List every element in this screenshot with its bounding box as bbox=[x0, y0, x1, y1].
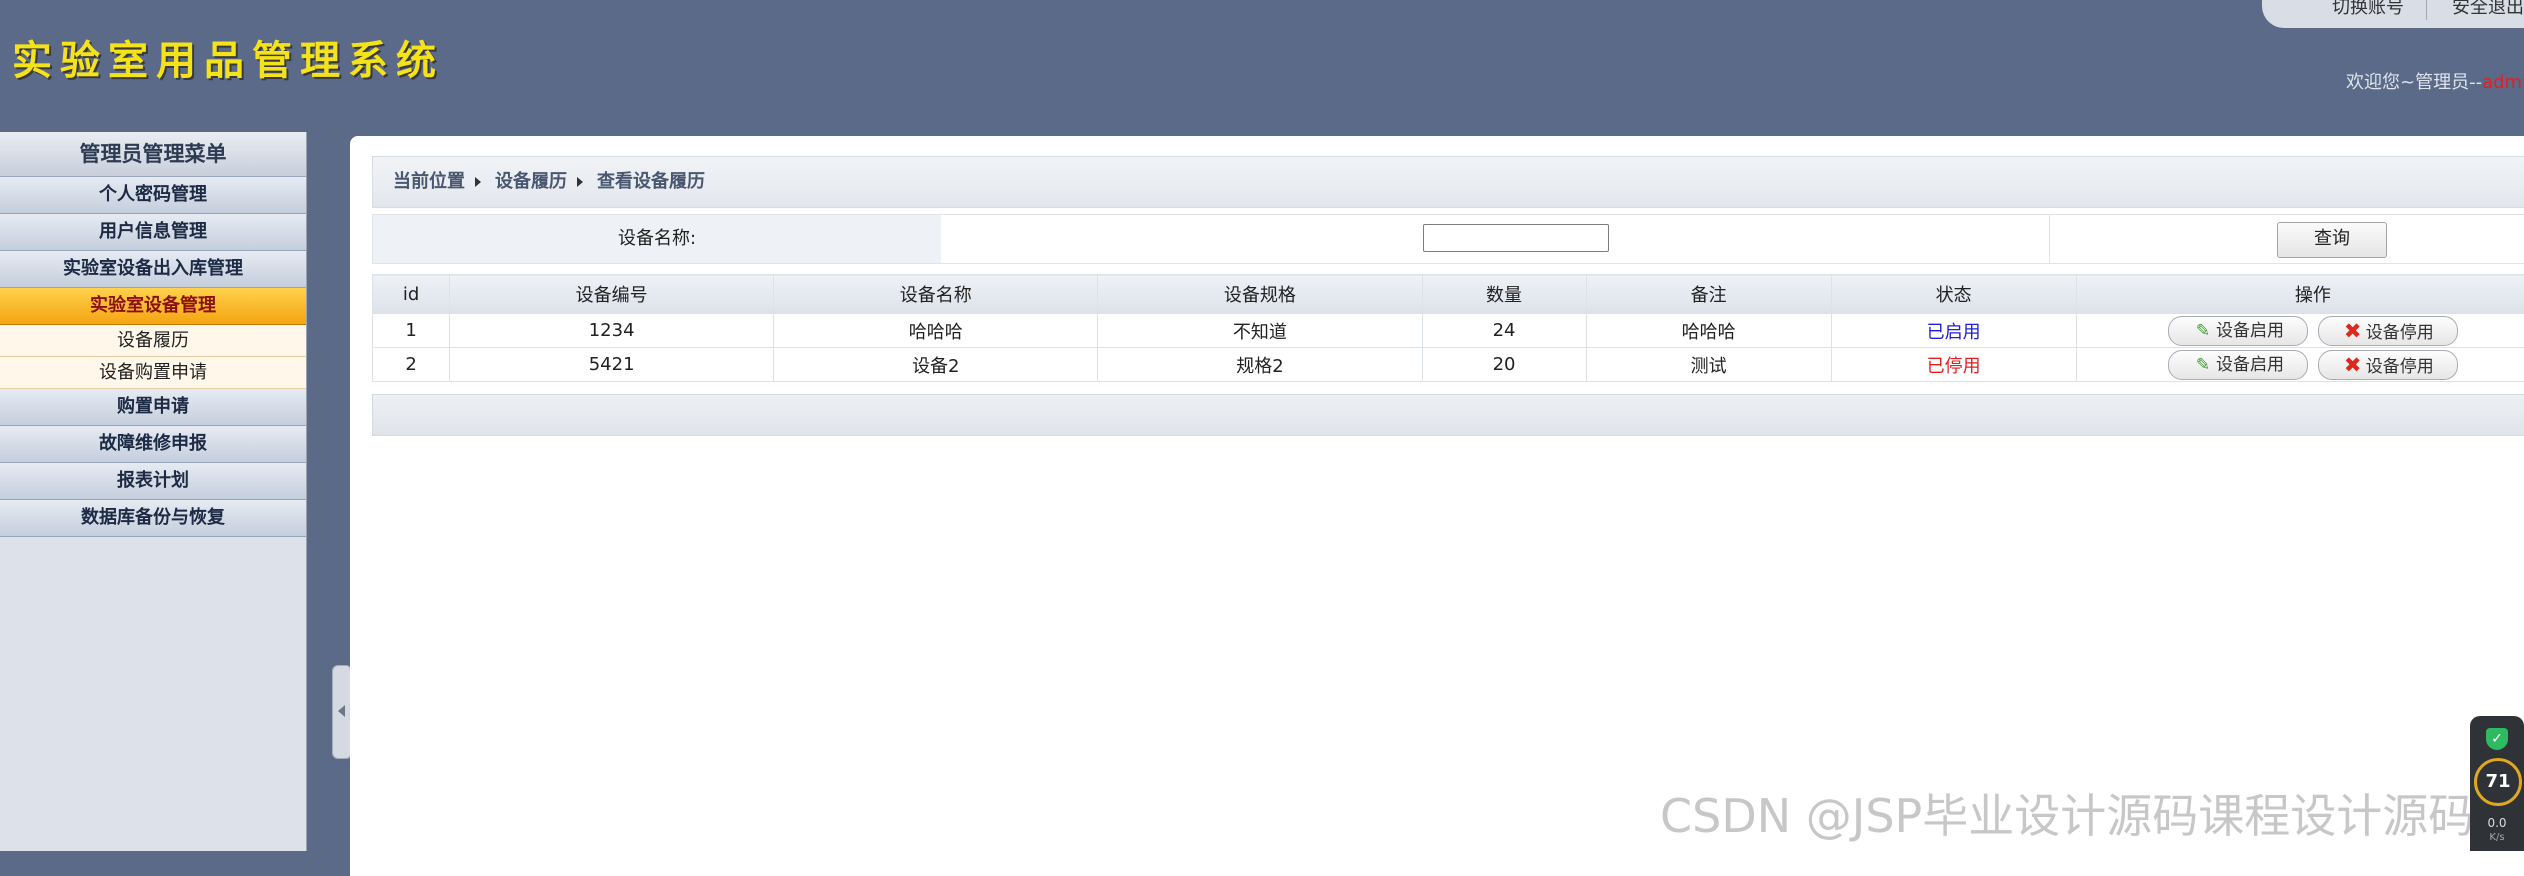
welcome-prefix: 欢迎您~管理员-- bbox=[2346, 72, 2482, 93]
welcome-text: 欢迎您~管理员--admin bbox=[2346, 68, 2524, 94]
disable-button-label: 设备停用 bbox=[2366, 323, 2434, 343]
watermark: CSDN @JSP毕业设计源码课程设计源码 bbox=[1660, 780, 2474, 846]
cell-spec: 规格2 bbox=[1098, 348, 1422, 382]
equipment-table: id 设备编号 设备名称 设备规格 数量 备注 状态 操作 1 1234 哈哈哈… bbox=[372, 274, 2524, 382]
cell-note: 测试 bbox=[1586, 348, 1831, 382]
cell-id: 1 bbox=[373, 314, 450, 348]
disable-button[interactable]: ✖设备停用 bbox=[2318, 316, 2458, 346]
cell-actions: ✎设备启用 ✖设备停用 bbox=[2076, 348, 2524, 382]
cell-status: 已停用 bbox=[1831, 348, 2076, 382]
sidebar-item-equipment-inout[interactable]: 实验室设备出入库管理 bbox=[0, 251, 306, 288]
cell-quantity: 20 bbox=[1422, 348, 1586, 382]
status-badge: 已启用 bbox=[1927, 322, 1981, 343]
search-bar: 设备名称: 查询 bbox=[372, 214, 2524, 264]
column-header: 设备编号 bbox=[450, 275, 774, 314]
column-header: 数量 bbox=[1422, 275, 1586, 314]
sidebar-collapse-handle[interactable] bbox=[332, 665, 352, 759]
enable-button[interactable]: ✎设备启用 bbox=[2168, 316, 2308, 346]
cell-name: 设备2 bbox=[774, 348, 1098, 382]
breadcrumb-arrow-icon bbox=[475, 177, 481, 187]
column-header: 状态 bbox=[1831, 275, 2076, 314]
search-button[interactable]: 查询 bbox=[2277, 222, 2387, 258]
enable-button[interactable]: ✎设备启用 bbox=[2168, 350, 2308, 380]
search-label: 设备名称: bbox=[373, 215, 941, 263]
top-links: 切换账号 安全退出 bbox=[2262, 0, 2524, 28]
widget-gauge: 71 bbox=[2474, 758, 2522, 806]
breadcrumb-item[interactable]: 设备履历 bbox=[495, 157, 567, 207]
sidebar-title: 管理员管理菜单 bbox=[0, 132, 306, 177]
cell-status: 已启用 bbox=[1831, 314, 2076, 348]
sidebar-item-password[interactable]: 个人密码管理 bbox=[0, 177, 306, 214]
cell-code: 5421 bbox=[450, 348, 774, 382]
cell-code: 1234 bbox=[450, 314, 774, 348]
disable-button-label: 设备停用 bbox=[2366, 357, 2434, 377]
column-header: 备注 bbox=[1586, 275, 1831, 314]
cell-name: 哈哈哈 bbox=[774, 314, 1098, 348]
enable-button-label: 设备启用 bbox=[2216, 355, 2284, 375]
table-header-row: id 设备编号 设备名称 设备规格 数量 备注 状态 操作 bbox=[373, 275, 2524, 314]
column-header: id bbox=[373, 275, 450, 314]
close-icon: ✖ bbox=[2342, 317, 2364, 345]
logout-link[interactable]: 安全退出 bbox=[2452, 0, 2524, 18]
widget-speed: 0.0 bbox=[2470, 816, 2524, 830]
cell-id: 2 bbox=[373, 348, 450, 382]
sidebar-item-user-info[interactable]: 用户信息管理 bbox=[0, 214, 306, 251]
cell-actions: ✎设备启用 ✖设备停用 bbox=[2076, 314, 2524, 348]
sidebar-item-equipment-management[interactable]: 实验室设备管理 bbox=[0, 288, 306, 325]
status-badge: 已停用 bbox=[1927, 356, 1981, 377]
sidebar: 管理员管理菜单 个人密码管理 用户信息管理 实验室设备出入库管理 实验室设备管理… bbox=[0, 132, 307, 851]
widget-unit: K/s bbox=[2470, 832, 2524, 843]
pencil-icon: ✎ bbox=[2192, 351, 2214, 379]
cell-quantity: 24 bbox=[1422, 314, 1586, 348]
disable-button[interactable]: ✖设备停用 bbox=[2318, 350, 2458, 380]
table-row: 2 5421 设备2 规格2 20 测试 已停用 ✎设备启用 ✖设备停用 bbox=[373, 348, 2524, 382]
network-monitor-widget[interactable]: ✓ 71 0.0 K/s bbox=[2470, 716, 2524, 851]
breadcrumb-item: 查看设备履历 bbox=[597, 157, 705, 207]
breadcrumb: 当前位置设备履历查看设备履历 bbox=[372, 156, 2524, 208]
breadcrumb-item: 当前位置 bbox=[393, 157, 465, 207]
pagination-bar bbox=[372, 394, 2524, 436]
shield-icon: ✓ bbox=[2486, 728, 2508, 750]
sidebar-item-report[interactable]: 报表计划 bbox=[0, 463, 306, 500]
welcome-username: admin bbox=[2482, 72, 2524, 93]
column-header: 设备名称 bbox=[774, 275, 1098, 314]
column-header: 操作 bbox=[2076, 275, 2524, 314]
sidebar-item-purchase[interactable]: 购置申请 bbox=[0, 389, 306, 426]
submenu-item-purchase-request[interactable]: 设备购置申请 bbox=[0, 357, 306, 389]
header-bar: 实验室用品管理系统 切换账号 安全退出 欢迎您~管理员--admin bbox=[0, 0, 2524, 122]
chevron-left-icon bbox=[338, 705, 345, 717]
enable-button-label: 设备启用 bbox=[2216, 321, 2284, 341]
column-header: 设备规格 bbox=[1098, 275, 1422, 314]
search-divider bbox=[2049, 215, 2050, 263]
main-panel: 当前位置设备履历查看设备履历 设备名称: 查询 id 设备编号 设备名称 设备规… bbox=[350, 136, 2524, 876]
sidebar-item-repair[interactable]: 故障维修申报 bbox=[0, 426, 306, 463]
cell-note: 哈哈哈 bbox=[1586, 314, 1831, 348]
submenu-item-equipment-history[interactable]: 设备履历 bbox=[0, 325, 306, 357]
search-input[interactable] bbox=[1423, 224, 1609, 252]
table-row: 1 1234 哈哈哈 不知道 24 哈哈哈 已启用 ✎设备启用 ✖设备停用 bbox=[373, 314, 2524, 348]
breadcrumb-arrow-icon bbox=[577, 177, 583, 187]
pencil-icon: ✎ bbox=[2192, 317, 2214, 345]
app-title: 实验室用品管理系统 bbox=[12, 28, 444, 86]
top-link-divider bbox=[2426, 0, 2427, 20]
sidebar-item-backup[interactable]: 数据库备份与恢复 bbox=[0, 500, 306, 537]
cell-spec: 不知道 bbox=[1098, 314, 1422, 348]
close-icon: ✖ bbox=[2342, 351, 2364, 379]
switch-account-link[interactable]: 切换账号 bbox=[2332, 0, 2404, 18]
